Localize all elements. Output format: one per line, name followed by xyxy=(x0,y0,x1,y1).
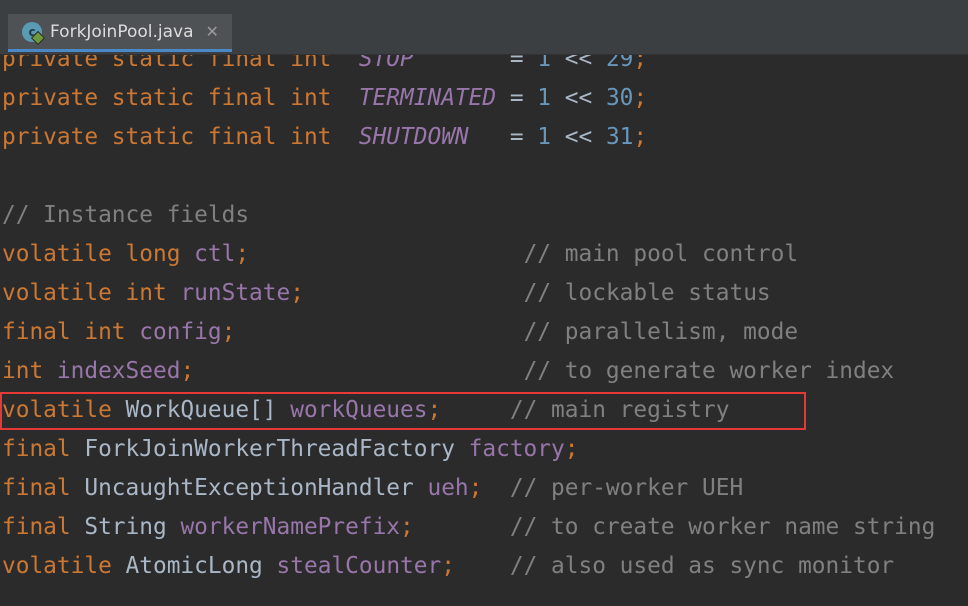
code-token: int xyxy=(2,358,57,384)
code-token: AtomicLong xyxy=(125,553,277,579)
code-token: ; xyxy=(235,241,250,267)
code-line[interactable]: // Instance fields xyxy=(2,196,249,235)
code-line[interactable]: volatile int runState; // lockable statu… xyxy=(2,274,771,313)
highlight-box-workqueues xyxy=(0,392,806,430)
code-token: ; xyxy=(400,514,414,540)
code-token: // parallelism, mode xyxy=(523,319,799,345)
code-token: ueh xyxy=(427,475,469,501)
code-token: final int xyxy=(2,319,140,345)
code-line[interactable]: final int config; // parallelism, mode xyxy=(2,313,798,352)
code-token: ; xyxy=(441,553,455,579)
code-token: private static final int xyxy=(2,124,359,150)
code-line[interactable]: volatile long ctl; // main pool control xyxy=(2,235,798,274)
code-token: 31 xyxy=(605,124,634,150)
code-editor[interactable]: private static final int STOP = 1 << 29;… xyxy=(0,0,968,606)
code-token: << xyxy=(551,124,606,150)
code-token: // also used as sync monitor xyxy=(509,553,895,579)
code-token: String xyxy=(84,514,181,540)
code-token: volatile xyxy=(2,553,126,579)
code-line[interactable]: private static final int TERMINATED = 1 … xyxy=(2,79,647,118)
code-token: 1 xyxy=(537,124,552,150)
code-line[interactable]: final String workerNamePrefix; // to cre… xyxy=(2,508,935,547)
code-line[interactable]: volatile AtomicLong stealCounter; // als… xyxy=(2,547,894,586)
code-token: // lockable status xyxy=(523,280,771,306)
code-line[interactable]: int indexSeed; // to generate worker ind… xyxy=(2,352,894,391)
code-token: runState xyxy=(180,280,291,306)
code-token: // to generate worker index xyxy=(523,358,895,384)
java-class-icon: c xyxy=(22,21,42,42)
code-token: final xyxy=(2,514,85,540)
code-token: stealCounter xyxy=(276,553,442,579)
code-token: ; xyxy=(633,85,648,111)
code-token: // to create worker name string xyxy=(509,514,936,540)
code-token: // per-worker UEH xyxy=(509,475,744,501)
code-line[interactable]: private static final int SHUTDOWN = 1 <<… xyxy=(2,118,647,157)
code-token: private static final int xyxy=(2,85,359,111)
code-token: final xyxy=(2,475,85,501)
code-line[interactable]: final ForkJoinWorkerThreadFactory factor… xyxy=(2,430,578,469)
code-token: << xyxy=(551,85,606,111)
code-token: ForkJoinWorkerThreadFactory xyxy=(84,436,469,462)
code-token: ; xyxy=(221,319,236,345)
code-token: ; xyxy=(633,124,648,150)
code-token: = xyxy=(468,124,538,150)
code-token: final xyxy=(2,436,85,462)
code-token: ; xyxy=(564,436,579,462)
code-line[interactable]: final UncaughtExceptionHandler ueh; // p… xyxy=(2,469,743,508)
tab-label: ForkJoinPool.java xyxy=(50,21,194,42)
code-token: TERMINATED xyxy=(358,85,497,111)
code-token: ; xyxy=(468,475,483,501)
code-token: = xyxy=(496,85,538,111)
code-token: ctl xyxy=(194,241,236,267)
code-token: workerNamePrefix xyxy=(180,514,401,540)
close-icon[interactable]: ✕ xyxy=(206,22,219,41)
code-token: config xyxy=(139,319,222,345)
code-token: 30 xyxy=(605,85,634,111)
code-token: indexSeed xyxy=(56,358,181,384)
code-token: // Instance fields xyxy=(2,202,250,228)
code-token: ; xyxy=(180,358,195,384)
code-token: UncaughtExceptionHandler xyxy=(84,475,428,501)
code-token: SHUTDOWN xyxy=(358,124,469,150)
editor-tab-bar: c ForkJoinPool.java ✕ xyxy=(0,0,968,55)
code-token: volatile int xyxy=(2,280,181,306)
code-token: ; xyxy=(290,280,304,306)
code-token: 1 xyxy=(537,85,552,111)
code-token: volatile long xyxy=(2,241,195,267)
tab-forkjoinpool-java[interactable]: c ForkJoinPool.java ✕ xyxy=(8,14,232,52)
code-token: // main pool control xyxy=(523,241,799,267)
code-token: factory xyxy=(468,436,565,462)
